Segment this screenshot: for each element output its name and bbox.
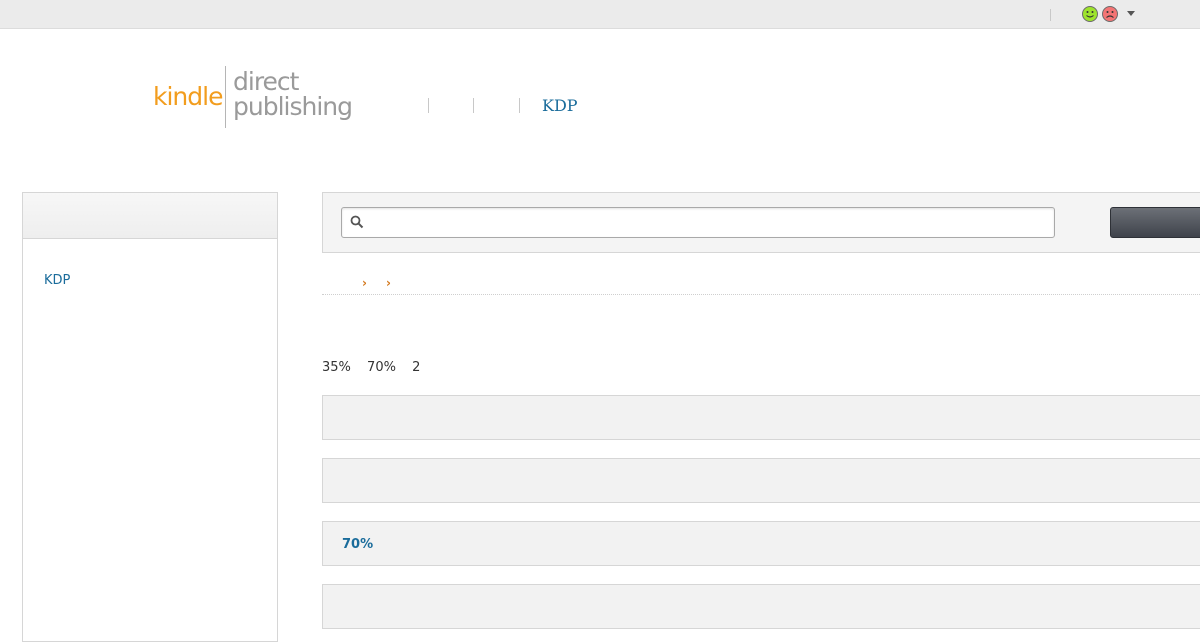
- kdp-logo[interactable]: kindle direct publishing: [153, 64, 353, 130]
- sidebar-header: [23, 193, 277, 239]
- sidebar: KDP: [22, 192, 278, 642]
- royalty-summary: 35% 70% 2: [322, 360, 432, 375]
- section-label: 70%: [342, 537, 374, 552]
- search-box[interactable]: [341, 207, 1055, 238]
- accordion-section[interactable]: 70%: [322, 521, 1200, 566]
- breadcrumb-separator: ›: [386, 276, 391, 290]
- caret-down-icon[interactable]: [1127, 11, 1135, 16]
- stat-value: 2: [412, 360, 421, 375]
- logo-kindle-text: kindle: [153, 82, 223, 111]
- nav-link-kdp[interactable]: KDP: [542, 96, 578, 115]
- stat-value: 70%: [367, 360, 396, 375]
- logo-publishing-text: publishing: [233, 92, 353, 121]
- search-button[interactable]: [1110, 207, 1200, 238]
- sidebar-link-kdp[interactable]: KDP: [44, 273, 70, 288]
- search-input[interactable]: [372, 212, 1046, 234]
- top-utility-bar: [0, 0, 1200, 29]
- stat-value: 35%: [322, 360, 351, 375]
- smiley-sad-icon[interactable]: [1102, 6, 1118, 22]
- nav-separator: [428, 98, 429, 113]
- breadcrumb-separator: ›: [362, 276, 367, 290]
- accordion-section[interactable]: [322, 458, 1200, 503]
- smiley-happy-icon[interactable]: [1082, 6, 1098, 22]
- nav-separator: [473, 98, 474, 113]
- accordion-section[interactable]: [322, 395, 1200, 440]
- logo-divider: [225, 66, 226, 128]
- nav-separator: [519, 98, 520, 113]
- topbar-divider: [1050, 9, 1051, 21]
- breadcrumb: › ›: [322, 276, 1200, 295]
- search-icon: [350, 215, 364, 229]
- accordion-section[interactable]: [322, 584, 1200, 629]
